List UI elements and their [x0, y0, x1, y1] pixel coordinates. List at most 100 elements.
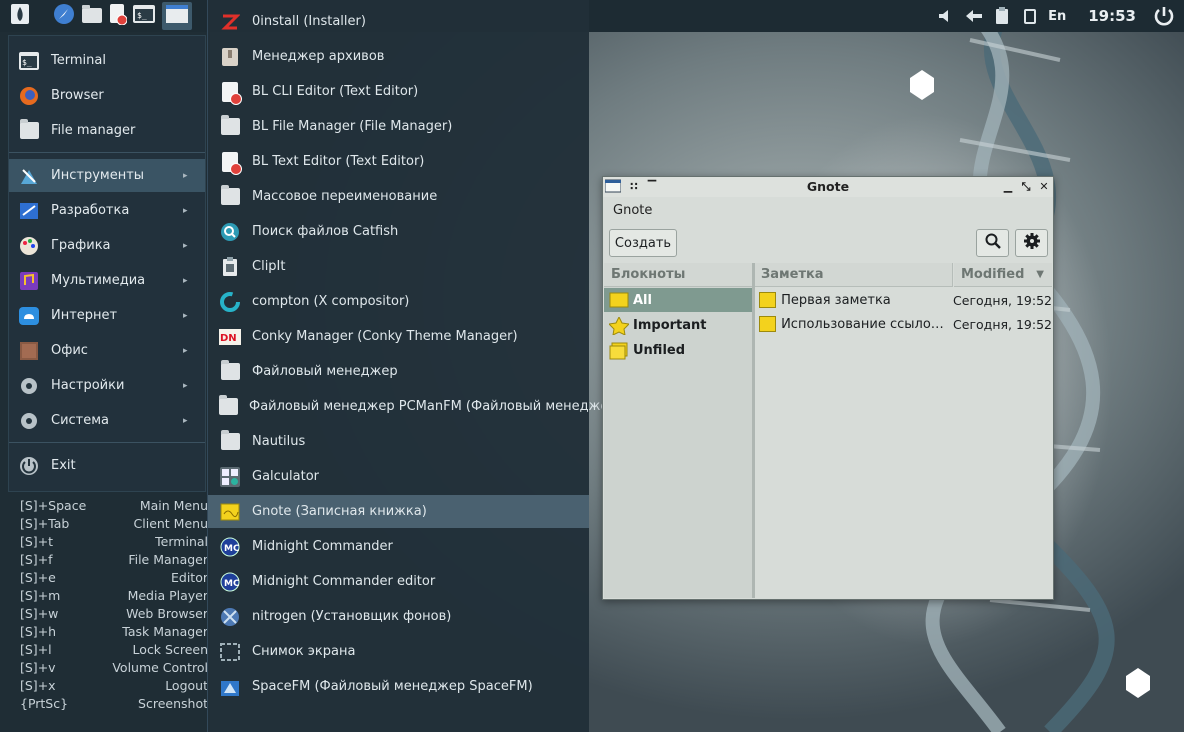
top-panel: $_ En 19:53 [0, 0, 1184, 32]
gnote-titlebar[interactable]: ∷ ▔ Gnote ▁ ⤡ ✕ [603, 177, 1053, 197]
browser-launcher[interactable] [52, 4, 76, 28]
submenu-item-label: Galculator [252, 469, 320, 484]
main-menu-item[interactable]: File manager [9, 114, 205, 147]
shortcut-key: [S]+x [20, 678, 56, 693]
main-menu-item[interactable]: $_ Terminal [9, 44, 205, 77]
keyboard-layout-indicator[interactable]: En [1048, 9, 1066, 24]
submenu-item-label: Conky Manager (Conky Theme Manager) [252, 329, 518, 344]
search-button[interactable] [976, 229, 1009, 257]
main-menu-item[interactable]: Мультимедиа ▸ [9, 264, 205, 297]
minimize-icon[interactable]: ▁ [1001, 179, 1015, 195]
submenu-item[interactable]: MC Midnight Commander editor [208, 565, 589, 598]
submenu-item[interactable]: Снимок экрана [208, 635, 589, 668]
main-menu-item[interactable]: Офис ▸ [9, 334, 205, 367]
text-editor-icon [219, 81, 242, 105]
notebooks-pane: Блокноты All Important Unfiled [604, 263, 755, 598]
tools-icon [18, 165, 40, 187]
shortcut-row: [S]+w Web Browser [20, 605, 208, 623]
main-menu-item-label: Настройки [51, 378, 125, 393]
submenu-item[interactable]: Galculator [208, 460, 589, 493]
note-icon [759, 316, 777, 332]
close-icon[interactable]: ✕ [1037, 179, 1051, 195]
volume-icon[interactable] [936, 6, 956, 26]
shortcut-action: Screenshot [138, 696, 208, 711]
main-menu-item-label: Мультимедиа [51, 273, 146, 288]
note-column-header[interactable]: Заметка [755, 263, 953, 287]
maximize-icon[interactable]: ⤡ [1019, 179, 1033, 195]
submenu-item[interactable]: DN Conky Manager (Conky Theme Manager) [208, 320, 589, 353]
terminal-launcher[interactable]: $_ [132, 4, 156, 28]
clock[interactable]: 19:53 [1088, 7, 1136, 25]
submenu-arrow-icon: ▸ [183, 310, 188, 321]
catfish-search-icon [219, 221, 241, 243]
main-menu-item[interactable]: Интернет ▸ [9, 299, 205, 332]
submenu-item[interactable]: compton (X compositor) [208, 285, 589, 318]
notebook-item[interactable]: All [604, 288, 752, 312]
notebook-label: Important [633, 317, 707, 333]
shortcut-key: {PrtSc} [20, 696, 69, 711]
submenu-item[interactable]: ClipIt [208, 250, 589, 283]
archive-icon [219, 46, 241, 68]
notebook-item[interactable]: Unfiled [604, 338, 752, 362]
main-menu-item[interactable]: Exit [9, 449, 205, 482]
submenu-item-label: Снимок экрана [252, 644, 356, 659]
settings-button[interactable] [1015, 229, 1048, 257]
note-row[interactable]: Первая заметка Сегодня, 19:52 [755, 288, 1052, 312]
main-menu-item-label: Terminal [51, 53, 106, 68]
modified-column-header[interactable]: Modified ▼ [954, 263, 1052, 287]
main-menu-item[interactable]: Browser [9, 79, 205, 112]
shortcut-row: [S]+h Task Manager [20, 623, 208, 641]
note-row[interactable]: Использование ссылок в Gnote Сегодня, 19:… [755, 312, 1052, 336]
create-note-button[interactable]: Создать [609, 229, 677, 257]
submenu-arrow-icon: ▸ [183, 415, 188, 426]
submenu-item[interactable]: Массовое переименование [208, 180, 589, 213]
battery-icon[interactable] [1020, 6, 1040, 26]
submenu-item[interactable]: BL Text Editor (Text Editor) [208, 145, 589, 178]
power-icon[interactable] [1152, 4, 1176, 28]
app-menu-launcher[interactable] [8, 4, 32, 28]
submenu-item[interactable]: Поиск файлов Catfish [208, 215, 589, 248]
main-menu-item-label: Система [51, 413, 110, 428]
mc-icon: MC [219, 571, 241, 593]
graphics-icon [18, 235, 40, 257]
submenu-item[interactable]: Файловый менеджер PCManFM (Файловый мене… [208, 390, 622, 423]
clipboard-tray-icon[interactable] [992, 6, 1012, 26]
window-list-button[interactable] [162, 2, 192, 30]
submenu-item[interactable]: Файловый менеджер [208, 355, 589, 388]
submenu-item[interactable]: Gnote (Записная книжка) [208, 495, 589, 528]
shortcut-row: [S]+Tab Client Menu [20, 515, 208, 533]
main-menu-item[interactable]: Разработка ▸ [9, 194, 205, 227]
submenu-item[interactable]: BL CLI Editor (Text Editor) [208, 75, 589, 108]
notebooks-header[interactable]: Блокноты [604, 263, 752, 287]
main-menu-item[interactable]: Графика ▸ [9, 229, 205, 262]
folder-icon [219, 115, 241, 138]
main-menu-item-label: Интернет [51, 308, 118, 323]
submenu-item[interactable]: nitrogen (Установщик фонов) [208, 600, 589, 633]
network-icon[interactable] [964, 6, 984, 26]
note-title: Использование ссылок в Gnote [781, 316, 945, 332]
search-icon [985, 233, 1001, 253]
file-manager-launcher[interactable] [80, 4, 104, 28]
submenu-item[interactable]: BL File Manager (File Manager) [208, 110, 589, 143]
text-editor-launcher[interactable] [106, 4, 130, 28]
submenu-item[interactable]: MC Midnight Commander [208, 530, 589, 563]
main-menu-item[interactable]: Система ▸ [9, 404, 205, 437]
submenu-item[interactable]: Nautilus [208, 425, 589, 458]
note-modified: Сегодня, 19:52 [953, 316, 1052, 332]
submenu-item[interactable]: SpaceFM (Файловый менеджер SpaceFM) [208, 670, 589, 703]
shortcut-row: [S]+m Media Player [20, 587, 208, 605]
submenu-item[interactable]: 0install (Installer) [208, 5, 589, 38]
modified-header-label: Modified [961, 267, 1025, 282]
submenu-arrow-icon: ▸ [183, 170, 188, 181]
file-manager-icon [82, 5, 102, 27]
shortcut-key: [S]+Tab [20, 516, 70, 531]
app-title: Gnote [613, 203, 653, 218]
notebook-item[interactable]: Important [604, 313, 752, 337]
browser-icon [53, 3, 75, 29]
firefox-icon [18, 85, 40, 107]
shortcut-action: Client Menu [133, 516, 208, 531]
main-menu-item-label: Browser [51, 88, 104, 103]
main-menu-item[interactable]: Инструменты ▸ [9, 159, 205, 192]
main-menu-item[interactable]: Настройки ▸ [9, 369, 205, 402]
submenu-item[interactable]: Менеджер архивов [208, 40, 589, 73]
